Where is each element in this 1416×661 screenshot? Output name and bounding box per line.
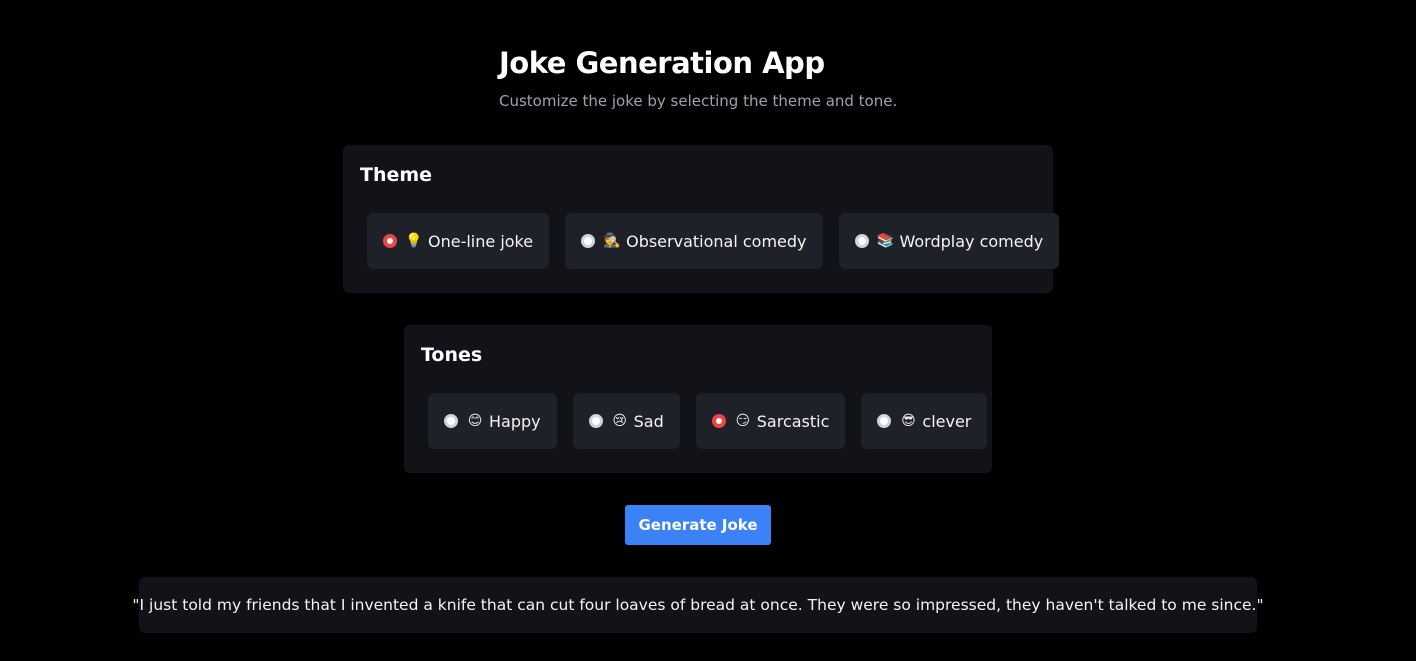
theme-panel: Theme 💡 One-line joke 🕵️ Observational c… — [343, 145, 1060, 293]
light-bulb-icon: 💡 — [405, 233, 423, 249]
radio-button[interactable] — [877, 414, 892, 428]
header: Joke Generation App Customize the joke b… — [499, 44, 897, 111]
sunglasses-face-icon: 😎 — [901, 413, 916, 429]
tone-option-clever[interactable]: 😎 clever — [861, 393, 988, 449]
detective-icon: 🕵️ — [603, 233, 621, 249]
radio-button[interactable] — [581, 234, 596, 248]
option-label: Happy — [489, 411, 541, 431]
generate-joke-button[interactable]: Generate Joke — [625, 505, 771, 545]
page-title: Joke Generation App — [499, 46, 825, 80]
theme-panel-title: Theme — [360, 164, 433, 186]
radio-button[interactable] — [588, 414, 603, 428]
smirking-face-icon: 😏 — [735, 413, 751, 429]
joke-app-page: Joke Generation App Customize the joke b… — [0, 0, 1416, 661]
option-label: Sad — [633, 411, 664, 431]
option-label: clever — [922, 411, 972, 431]
theme-options: 💡 One-line joke 🕵️ Observational comedy … — [367, 213, 1060, 269]
crying-face-icon: 😢 — [612, 413, 627, 429]
radio-button[interactable] — [444, 414, 458, 428]
option-label: Sarcastic — [756, 411, 830, 431]
option-label: One-line joke — [428, 231, 534, 251]
radio-button[interactable] — [854, 234, 869, 248]
books-icon: 📚 — [876, 233, 895, 249]
tones-panel-title: Tones — [421, 344, 483, 366]
option-label: Observational comedy — [626, 231, 807, 251]
tone-option-happy[interactable]: 😊 Happy — [428, 393, 557, 449]
joke-output: "I just told my friends that I invented … — [132, 577, 1264, 633]
radio-button[interactable] — [711, 414, 726, 428]
theme-option-one-line-joke[interactable]: 💡 One-line joke — [367, 213, 550, 269]
tone-options: 😊 Happy 😢 Sad 😏 Sarcastic 😎 clever — [428, 393, 988, 449]
theme-option-wordplay-comedy[interactable]: 📚 Wordplay comedy — [838, 213, 1060, 269]
page-subtitle: Customize the joke by selecting the them… — [499, 92, 898, 110]
option-label: Wordplay comedy — [899, 231, 1044, 251]
tones-panel: Tones 😊 Happy 😢 Sad 😏 Sarcastic 😎 clever — [404, 325, 992, 473]
theme-option-observational-comedy[interactable]: 🕵️ Observational comedy — [565, 213, 823, 269]
tone-option-sad[interactable]: 😢 Sad — [572, 393, 680, 449]
smiling-face-icon: 😊 — [467, 413, 483, 429]
radio-button[interactable] — [383, 234, 397, 248]
joke-text: "I just told my friends that I invented … — [132, 596, 1264, 614]
tone-option-sarcastic[interactable]: 😏 Sarcastic — [695, 393, 846, 449]
